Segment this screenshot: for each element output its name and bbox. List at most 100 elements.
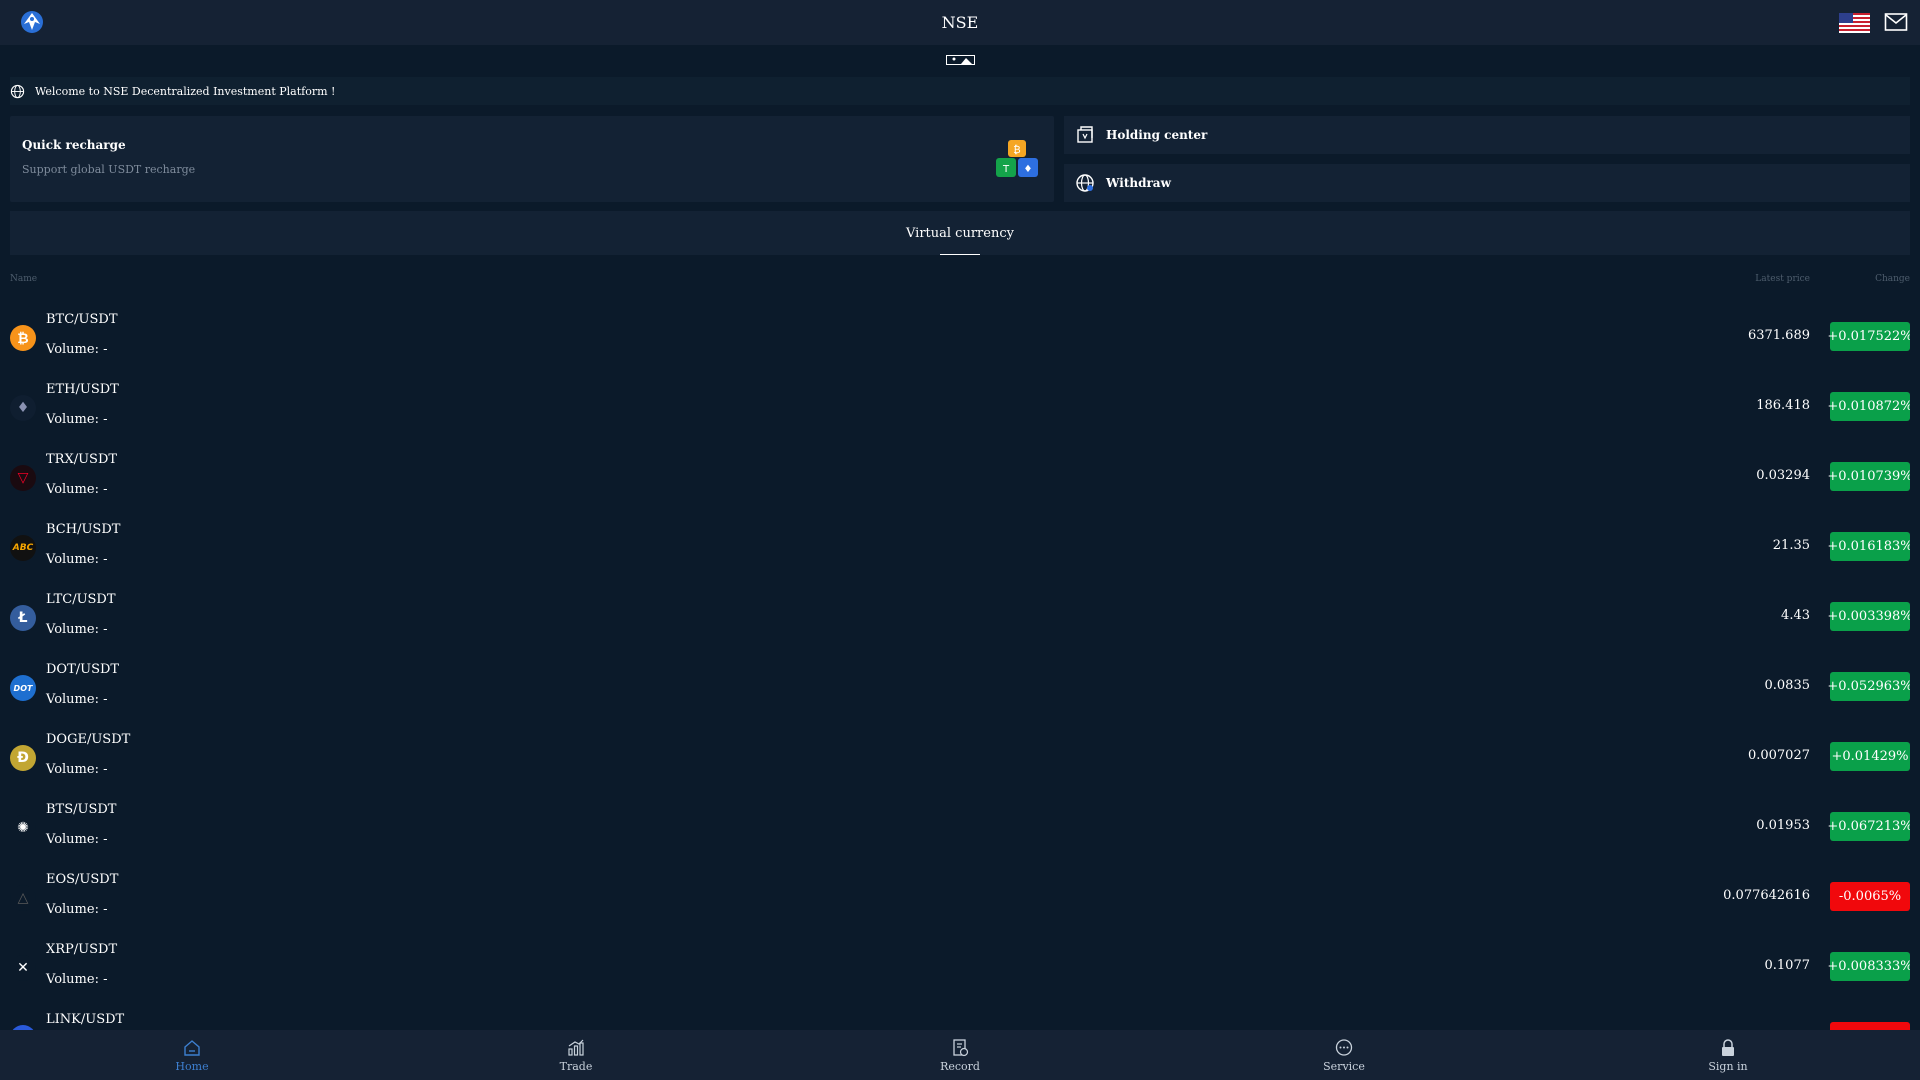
change-badge: +0.016183%	[1827, 532, 1910, 561]
nav-record[interactable]: Record	[768, 1030, 1152, 1080]
latest-price: 21.35	[1772, 538, 1810, 553]
pair-name: LTC/USDT	[46, 592, 116, 607]
us-flag-icon[interactable]	[1839, 13, 1870, 33]
pair-name: BTS/USDT	[46, 802, 117, 817]
mail-icon[interactable]	[1884, 12, 1908, 32]
market-row-bts[interactable]: ✺ BTS/USDT Volume: - 0.01953 +0.067213%	[10, 790, 1910, 860]
change-badge: +0.010739%	[1827, 462, 1910, 491]
pair-name: BCH/USDT	[46, 522, 121, 537]
pair-name: TRX/USDT	[46, 452, 118, 467]
dogecoin-icon: Ð	[10, 745, 36, 771]
latest-price: 4.43	[1781, 608, 1810, 623]
list-header: Name Latest price Change	[10, 274, 1910, 288]
globe-icon	[10, 84, 25, 98]
change-badge: +0.01429%	[1830, 742, 1910, 771]
polkadot-icon: DOT	[10, 675, 36, 701]
withdraw-button[interactable]: Withdraw	[1064, 164, 1910, 202]
market-row-bch[interactable]: ABC BCH/USDT Volume: - 21.35 +0.016183%	[10, 510, 1910, 580]
column-header-price: Latest price	[1755, 274, 1810, 284]
nav-service-label: Service	[1323, 1059, 1365, 1073]
record-icon	[953, 1038, 969, 1056]
holding-center-label: Holding center	[1106, 128, 1208, 142]
change-badge: +0.067213%	[1827, 812, 1910, 841]
change-badge	[1830, 1022, 1910, 1030]
quick-recharge-card[interactable]: Quick recharge Support global USDT recha…	[10, 116, 1054, 202]
pair-volume: Volume: -	[46, 692, 108, 707]
bitshares-icon: ✺	[10, 815, 36, 841]
pair-volume: Volume: -	[46, 552, 108, 567]
market-row-eos[interactable]: △ EOS/USDT Volume: - 0.077642616 -0.0065…	[10, 860, 1910, 930]
svg-text:T: T	[1002, 164, 1010, 175]
pair-volume: Volume: -	[46, 762, 108, 777]
market-list: ₿ BTC/USDT Volume: - 6371.689 +0.017522%…	[10, 300, 1910, 1030]
tab-active-underline	[940, 254, 980, 255]
change-badge: +0.010872%	[1827, 392, 1910, 421]
svg-text:₿: ₿	[1013, 144, 1020, 156]
nav-trade-label: Trade	[559, 1059, 593, 1073]
pair-volume: Volume: -	[46, 412, 108, 427]
latest-price: 6371.689	[1747, 328, 1810, 343]
bitcoin-cash-icon: ABC	[10, 535, 36, 561]
latest-price: 0.077642616	[1723, 888, 1810, 903]
tab-virtual-currency[interactable]: Virtual currency	[906, 226, 1014, 241]
notice-text: Welcome to NSE Decentralized Investment …	[35, 84, 336, 98]
pair-name: BTC/USDT	[46, 312, 118, 327]
bottom-nav: Home Trade Record Service Sign in	[0, 1030, 1920, 1080]
column-header-name: Name	[10, 274, 38, 284]
latest-price: 0.007027	[1747, 748, 1810, 763]
litecoin-icon: Ł	[10, 605, 36, 631]
change-badge: +0.017522%	[1827, 322, 1910, 351]
home-icon	[184, 1039, 200, 1056]
holding-icon	[1077, 126, 1093, 143]
chart-icon	[568, 1039, 584, 1056]
bitcoin-icon: ₿	[10, 325, 36, 351]
coins-icon: ₿ T ♦	[996, 140, 1038, 177]
nav-service[interactable]: Service	[1152, 1030, 1536, 1080]
market-row-trx[interactable]: ▽ TRX/USDT Volume: - 0.03294 +0.010739%	[10, 440, 1910, 510]
bird-logo-icon[interactable]	[18, 8, 46, 36]
change-badge: +0.052963%	[1827, 672, 1910, 701]
lock-icon	[1722, 1038, 1734, 1056]
chat-icon	[1335, 1038, 1353, 1056]
pair-name: DOT/USDT	[46, 662, 120, 677]
latest-price: 0.01953	[1756, 818, 1810, 833]
latest-price: 0.03294	[1756, 468, 1810, 483]
notice-bar: Welcome to NSE Decentralized Investment …	[10, 77, 1910, 105]
nav-record-label: Record	[940, 1059, 980, 1073]
pair-volume: Volume: -	[46, 832, 108, 847]
market-row-xrp[interactable]: ✕ XRP/USDT Volume: - 0.1077 +0.008333%	[10, 930, 1910, 1000]
nav-home[interactable]: Home	[0, 1030, 384, 1080]
market-row-link[interactable]: ⬡ LINK/USDT	[10, 1000, 1910, 1030]
change-badge: +0.003398%	[1827, 602, 1910, 631]
nav-sign-in[interactable]: Sign in	[1536, 1030, 1920, 1080]
nav-home-label: Home	[175, 1059, 209, 1073]
pair-name: ETH/USDT	[46, 382, 119, 397]
quick-recharge-title: Quick recharge	[22, 138, 126, 152]
nav-trade[interactable]: Trade	[384, 1030, 768, 1080]
nav-sign-in-label: Sign in	[1708, 1059, 1748, 1073]
broken-image-icon	[946, 55, 975, 65]
market-row-doge[interactable]: Ð DOGE/USDT Volume: - 0.007027 +0.01429%	[10, 720, 1910, 790]
change-badge: +0.008333%	[1827, 952, 1910, 981]
pair-volume: Volume: -	[46, 622, 108, 637]
tab-bar: Virtual currency	[10, 211, 1910, 255]
xrp-icon: ✕	[10, 955, 36, 981]
quick-recharge-subtitle: Support global USDT recharge	[22, 163, 196, 176]
column-header-change: Change	[1875, 274, 1910, 284]
pair-name: LINK/USDT	[46, 1012, 125, 1027]
holding-center-button[interactable]: Holding center	[1064, 116, 1910, 154]
pair-volume: Volume: -	[46, 482, 108, 497]
eos-icon: △	[10, 885, 36, 911]
change-badge: -0.0065%	[1830, 882, 1910, 911]
latest-price: 0.0835	[1764, 678, 1811, 693]
latest-price: 0.1077	[1764, 958, 1811, 973]
market-row-dot[interactable]: DOT DOT/USDT Volume: - 0.0835 +0.052963%	[10, 650, 1910, 720]
svg-text:♦: ♦	[1024, 164, 1033, 175]
page-title: NSE	[941, 13, 979, 32]
pair-volume: Volume: -	[46, 342, 108, 357]
withdraw-label: Withdraw	[1106, 176, 1171, 190]
market-row-ltc[interactable]: Ł LTC/USDT Volume: - 4.43 +0.003398%	[10, 580, 1910, 650]
tron-icon: ▽	[10, 465, 36, 491]
market-row-btc[interactable]: ₿ BTC/USDT Volume: - 6371.689 +0.017522%	[10, 300, 1910, 370]
market-row-eth[interactable]: ♦ ETH/USDT Volume: - 186.418 +0.010872%	[10, 370, 1910, 440]
